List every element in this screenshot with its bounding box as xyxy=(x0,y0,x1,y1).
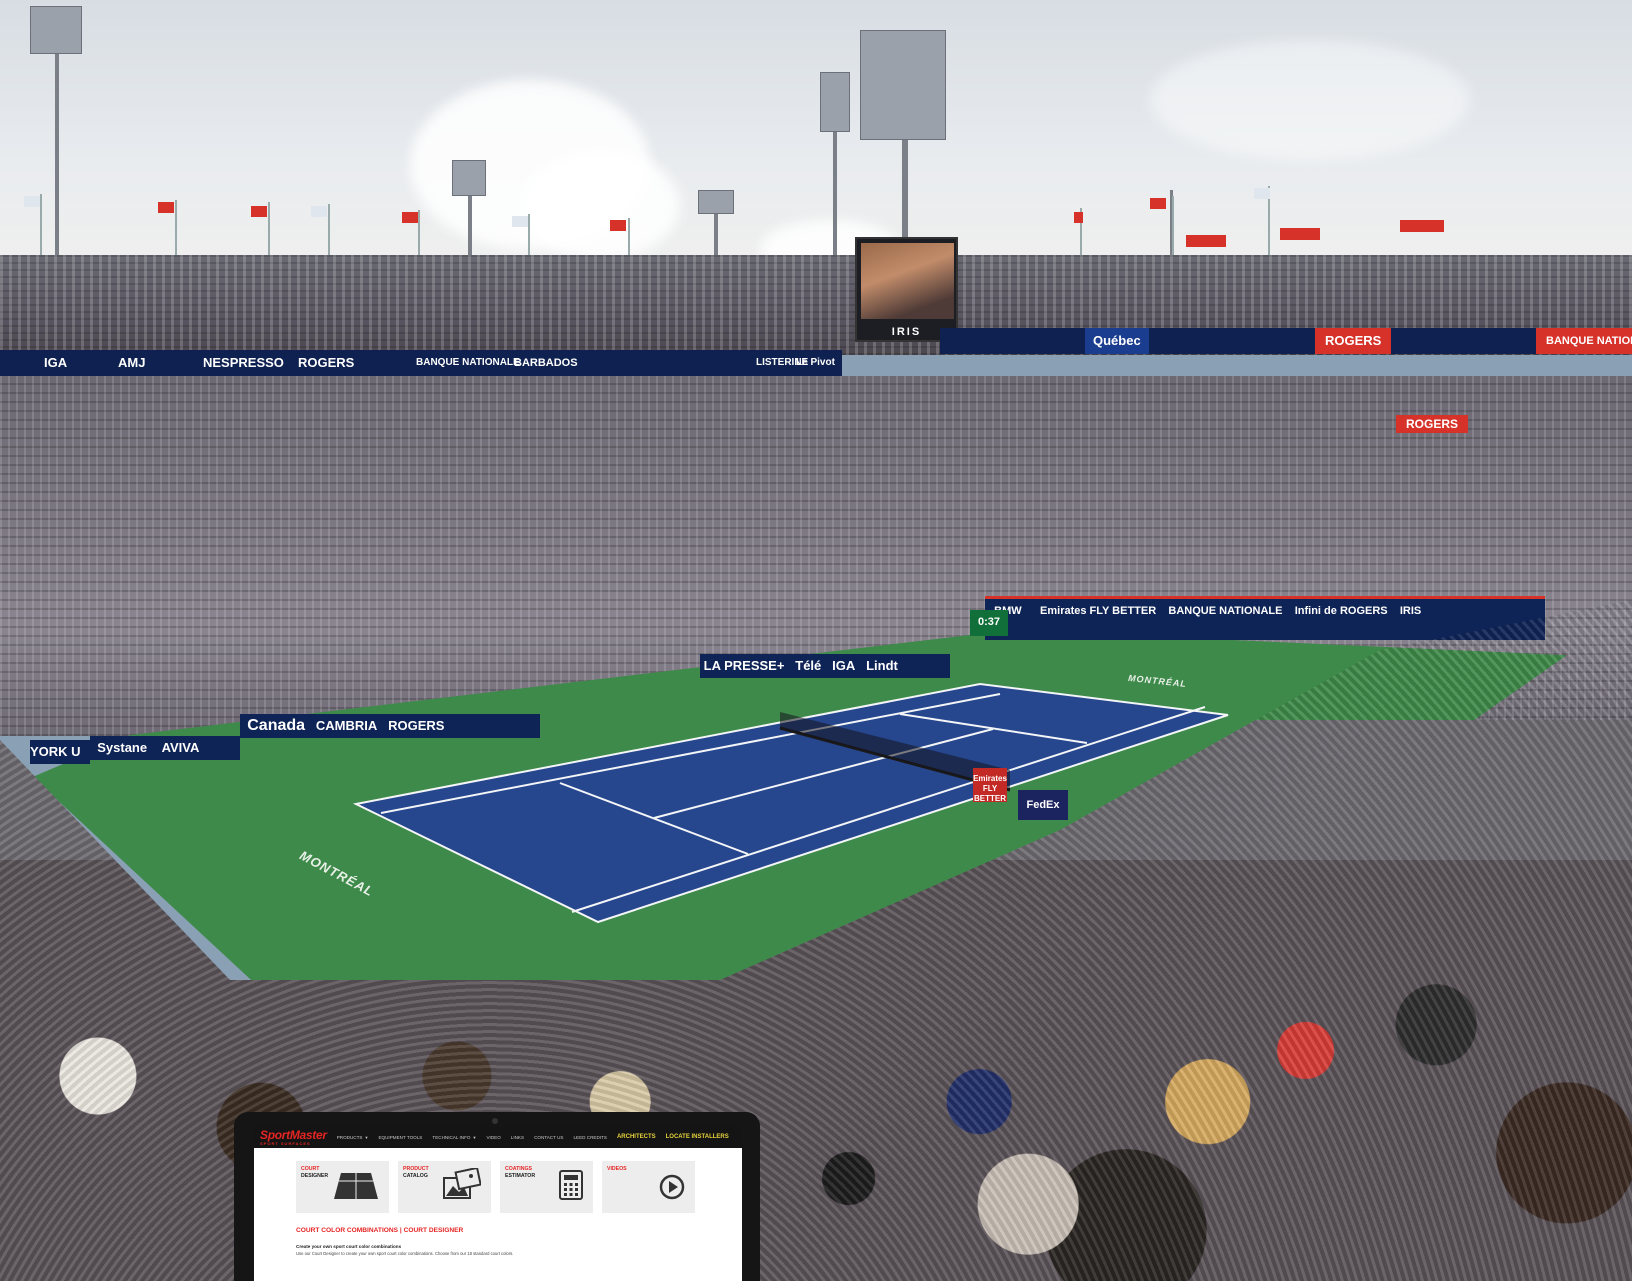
laptop-mockup: SportMaster SPORT SURFACES PRODUCTS ▼ EQU… xyxy=(234,1112,760,1281)
flag xyxy=(1186,235,1226,247)
flag xyxy=(1254,188,1270,199)
tile-product-catalog[interactable]: PRODUCT CATALOG xyxy=(398,1161,491,1213)
stadium-photo: IRIS IGA AMJ NESPRESSO ROGERS BANQUE NAT… xyxy=(0,0,1632,1281)
light-head xyxy=(860,30,946,140)
upper-sponsor-banner: IGA AMJ NESPRESSO ROGERS BANQUE NATIONAL… xyxy=(0,350,842,376)
flag xyxy=(402,212,418,223)
laptop-screen: SportMaster SPORT SURFACES PRODUCTS ▼ EQU… xyxy=(254,1126,742,1281)
section-heading: COURT COLOR COMBINATIONS | COURT DESIGNE… xyxy=(296,1227,464,1234)
cloud xyxy=(520,150,680,260)
flag xyxy=(24,196,40,207)
flag xyxy=(1400,220,1444,232)
images-icon xyxy=(443,1166,482,1205)
cloud xyxy=(1150,40,1470,160)
nav-links[interactable]: LINKS xyxy=(511,1135,524,1140)
sponsor-le-pivot: Le Pivot xyxy=(796,357,835,368)
tile-coatings-estimator[interactable]: COATINGS ESTIMATOR xyxy=(500,1161,593,1213)
sponsor-nespresso: NESPRESSO xyxy=(203,355,284,370)
nav-technical-info[interactable]: TECHNICAL INFO ▼ xyxy=(432,1135,476,1140)
dasher-canada: Canada CAMBRIA ROGERS xyxy=(240,714,540,738)
nav-contact-us[interactable]: CONTACT US xyxy=(534,1135,563,1140)
dasher-back: LA PRESSE+ Télé IGA Lindt xyxy=(700,654,950,678)
calculator-icon xyxy=(559,1170,583,1205)
dasher-york: YORK U xyxy=(30,740,90,764)
light-head xyxy=(698,190,734,214)
flag xyxy=(1280,228,1320,240)
flag xyxy=(610,220,626,231)
section-body: Use our Court Designer to create your ow… xyxy=(296,1251,514,1256)
tile-court-designer[interactable]: COURT DESIGNER xyxy=(296,1161,389,1213)
flag xyxy=(1074,212,1083,223)
nav-video[interactable]: VIDEO xyxy=(486,1135,500,1140)
laptop-camera xyxy=(492,1118,498,1124)
light-head xyxy=(820,72,850,132)
feature-tiles: COURT DESIGNER PRODUCT CATALOG COATINGS … xyxy=(254,1148,742,1213)
sponsor-rogers: ROGERS xyxy=(298,355,355,370)
flag xyxy=(1150,198,1166,209)
nav-architects[interactable]: ARCHITECTS xyxy=(617,1134,656,1140)
nav-locate-installers[interactable]: LOCATE INSTALLERS xyxy=(666,1134,729,1140)
sponsor-barbados: BARBADOS xyxy=(514,357,578,369)
flag xyxy=(158,202,174,213)
sponsor-rogers: ROGERS xyxy=(1315,328,1392,354)
flag-pole xyxy=(40,194,42,264)
nav-equipment-tools[interactable]: EQUIPMENT TOOLS xyxy=(378,1135,422,1140)
tile-title: COATINGS ESTIMATOR xyxy=(505,1166,536,1179)
light-tower xyxy=(55,40,59,260)
mid-sponsor-rogers: ROGERS xyxy=(1396,415,1469,433)
nav-products[interactable]: PRODUCTS ▼ xyxy=(337,1135,369,1140)
site-nav-bar: SportMaster SPORT SURFACES PRODUCTS ▼ EQU… xyxy=(254,1126,742,1148)
sportmaster-logo[interactable]: SportMaster SPORT SURFACES xyxy=(260,1129,327,1146)
scoreboard-screen xyxy=(861,243,954,319)
tile-title: COURT DESIGNER xyxy=(301,1166,329,1179)
sponsor-amj: AMJ xyxy=(118,355,146,370)
chevron-down-icon: ▼ xyxy=(472,1134,477,1140)
tile-title: PRODUCT CATALOG xyxy=(403,1166,429,1179)
light-head xyxy=(452,160,486,196)
tile-videos[interactable]: VIDEOS xyxy=(602,1161,695,1213)
dasher-right: BMW Emirates FLY BETTER BANQUE NATIONALE… xyxy=(985,596,1545,640)
sponsor-banque-nationale: BANQUE NATIONALE xyxy=(416,357,520,368)
right-sponsor-banner: Québec ROGERS BANQUE NATIONALE xyxy=(940,328,1632,354)
play-icon xyxy=(659,1174,685,1205)
flag xyxy=(251,206,267,217)
court-icon xyxy=(333,1172,379,1205)
light-head xyxy=(30,6,82,54)
dasher-systane: Systane AVIVA xyxy=(90,736,240,760)
logo-tagline: SPORT SURFACES xyxy=(260,1140,311,1146)
video-scoreboard: IRIS xyxy=(855,237,958,342)
chevron-down-icon: ▼ xyxy=(364,1134,369,1140)
flag xyxy=(311,206,327,217)
sponsor-iga: IGA xyxy=(44,355,68,370)
tile-title: VIDEOS xyxy=(607,1166,627,1172)
sponsor-quebec: Québec xyxy=(1085,328,1149,354)
sponsor-banque-nationale: BANQUE NATIONALE xyxy=(1536,328,1632,354)
flag xyxy=(512,216,528,227)
nav-leed-credits[interactable]: LEED CREDITS xyxy=(574,1135,607,1140)
logo-text: SportMaster xyxy=(260,1127,327,1142)
timer-board: 0:37 xyxy=(970,610,1008,636)
section-subheading: Create your own sport court color combin… xyxy=(296,1244,402,1249)
